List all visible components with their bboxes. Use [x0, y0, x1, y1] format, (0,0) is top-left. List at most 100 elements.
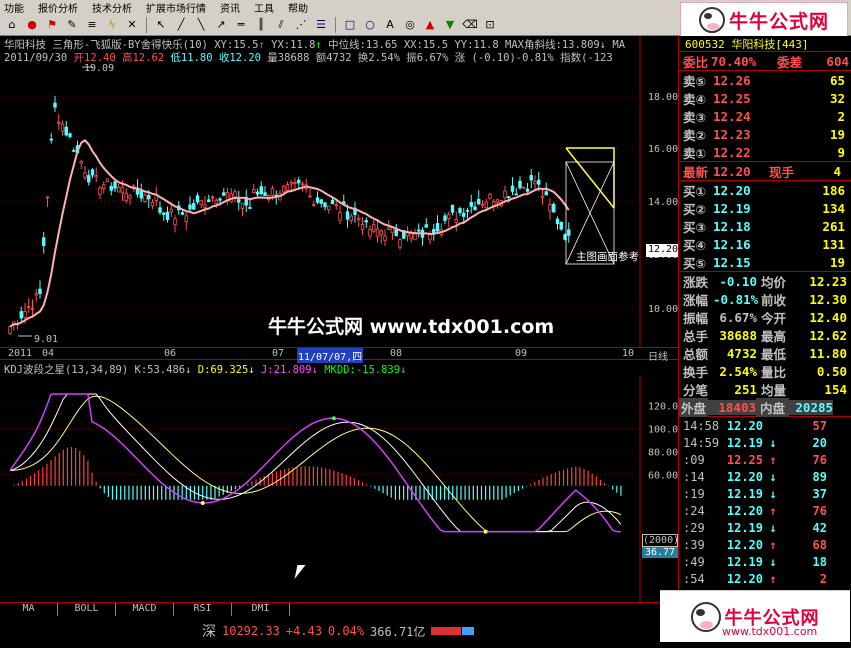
- stat-label: 均量: [761, 382, 787, 398]
- down-arrow-icon[interactable]: ▼: [442, 17, 458, 33]
- cow-icon: [690, 601, 721, 632]
- candle-body: [64, 126, 68, 136]
- channel-icon[interactable]: ⫽: [273, 17, 289, 33]
- tick-time: :14: [683, 469, 705, 484]
- bid-row[interactable]: 买③ 12.18 261: [679, 217, 851, 235]
- ask-row[interactable]: 卖③ 12.24 2: [679, 107, 851, 125]
- tick-volume: 42: [812, 520, 827, 535]
- stats-row: 分笔 251 均量 154: [679, 380, 851, 398]
- menu-item[interactable]: 扩展市场行情: [146, 0, 206, 14]
- candle-body: [98, 187, 102, 195]
- candle-body: [315, 197, 320, 203]
- candle-body: [27, 306, 31, 308]
- cross-icon[interactable]: ✕: [124, 17, 140, 33]
- menu-item[interactable]: 帮助: [288, 0, 308, 14]
- candle-body: [555, 218, 560, 225]
- circle-icon[interactable]: ○: [362, 17, 378, 33]
- candle-body: [117, 187, 121, 193]
- flag-icon[interactable]: ⚑: [44, 17, 60, 33]
- candle-body: [147, 194, 151, 200]
- overlay-label: 主图画面参考: [576, 251, 639, 263]
- candle-body: [19, 311, 23, 319]
- candle-body: [334, 204, 338, 207]
- tab-boll[interactable]: BOLL: [58, 603, 116, 616]
- lock-icon[interactable]: ⊡: [482, 17, 498, 33]
- bid-volume: 131: [822, 236, 845, 252]
- vline-icon[interactable]: ║: [253, 17, 269, 33]
- arrow-icon[interactable]: ↗: [213, 17, 229, 33]
- bid-row[interactable]: 买② 12.19 134: [679, 199, 851, 217]
- tick-row: :19 12.19 ↓ 37: [679, 485, 851, 502]
- kdj-j-line: [9, 393, 621, 533]
- tab-ma[interactable]: MA: [0, 603, 58, 616]
- date-axis-cursor-label: 11/07/07,四: [297, 348, 364, 363]
- text-icon[interactable]: A: [382, 17, 398, 33]
- candle-body: [383, 235, 387, 241]
- lightning-icon[interactable]: ϟ: [104, 17, 120, 33]
- candle-body: [79, 160, 83, 164]
- candle-body: [173, 218, 177, 226]
- ask-label: 卖⑤: [683, 73, 707, 89]
- line-icon[interactable]: ╱: [173, 17, 189, 33]
- menu-item[interactable]: 报价分析: [38, 0, 78, 14]
- bid-row[interactable]: 买① 12.20 186: [679, 181, 851, 199]
- ask-row[interactable]: 卖① 12.22 9: [679, 143, 851, 161]
- candle-body: [139, 190, 143, 199]
- ask-row[interactable]: 卖⑤ 12.26 65: [679, 71, 851, 89]
- tab-dmi[interactable]: DMI: [232, 603, 290, 616]
- ask-row[interactable]: 卖② 12.23 19: [679, 125, 851, 143]
- candle-body: [207, 199, 211, 203]
- candle-body: [435, 223, 440, 232]
- hline-icon[interactable]: ═: [233, 17, 249, 33]
- candle-body: [525, 188, 530, 192]
- kdj-chart[interactable]: 120.00 100.00 80.00 60.00: [0, 376, 678, 602]
- fan-icon[interactable]: ⋰: [293, 17, 309, 33]
- home-icon[interactable]: ⌂: [4, 17, 20, 33]
- ask-volume: 2: [837, 108, 845, 124]
- list-icon[interactable]: ≡: [84, 17, 100, 33]
- candle-body: [465, 209, 470, 212]
- bid-row[interactable]: 买④ 12.16 131: [679, 235, 851, 253]
- slash-icon[interactable]: ╲: [193, 17, 209, 33]
- candle-body: [387, 227, 391, 230]
- pointer-icon[interactable]: ↖: [153, 17, 169, 33]
- stats-row: 换手 2.54% 量比 0.50: [679, 362, 851, 380]
- pen-icon[interactable]: ✎: [64, 17, 80, 33]
- low-price-label: 9.01: [34, 334, 58, 345]
- kdj-axis-tick: 120.00: [648, 401, 678, 412]
- period-label[interactable]: 日线: [648, 348, 668, 363]
- up-arrow-icon[interactable]: ▲: [422, 17, 438, 33]
- candle-body: [510, 185, 515, 192]
- candle-body: [192, 203, 196, 210]
- ask-label: 卖④: [683, 91, 707, 107]
- candle-body: [518, 180, 522, 189]
- stat-label: 量比: [761, 364, 787, 380]
- fib-icon[interactable]: ☰: [313, 17, 329, 33]
- info-icon[interactable]: ●: [24, 17, 40, 33]
- tick-time: 14:59: [683, 435, 720, 450]
- tick-row: :29 12.19 ↓ 42: [679, 519, 851, 536]
- eraser-icon[interactable]: ⌫: [462, 17, 478, 33]
- price-axis: 18.0016.0014.0012.0010.00: [648, 92, 678, 315]
- candle-body: [143, 194, 147, 202]
- tab-macd[interactable]: MACD: [116, 603, 174, 616]
- menu-item[interactable]: 功能: [4, 0, 24, 14]
- ask-volume: 19: [829, 126, 845, 142]
- kdj-name: KDJ波段之星(13,34,89): [4, 364, 129, 375]
- ask-row[interactable]: 卖④ 12.25 32: [679, 89, 851, 107]
- candle-body: [323, 202, 327, 208]
- menu-item[interactable]: 资讯: [220, 0, 240, 14]
- bid-row[interactable]: 买⑤ 12.15 19: [679, 253, 851, 271]
- bid-label: 买②: [683, 201, 707, 217]
- bullseye-icon[interactable]: ◎: [402, 17, 418, 33]
- tab-rsi[interactable]: RSI: [174, 603, 232, 616]
- tick-direction: ↓: [769, 486, 777, 501]
- menu-item[interactable]: 工具: [254, 0, 274, 14]
- weicha-value: 604: [826, 53, 849, 69]
- price-axis-tick: 14.00: [648, 197, 678, 208]
- stat-label: 总手: [683, 328, 709, 344]
- menu-item[interactable]: 技术分析: [92, 0, 132, 14]
- rect-icon[interactable]: □: [342, 17, 358, 33]
- candle-body: [94, 175, 98, 178]
- tick-price: 12.20: [726, 537, 763, 552]
